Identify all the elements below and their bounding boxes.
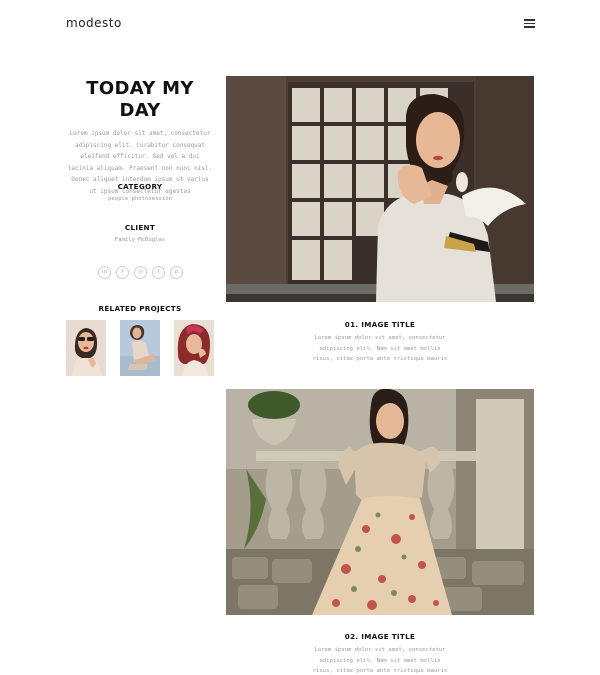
top-bar: modesto: [0, 0, 600, 52]
twitter-icon[interactable]: t: [152, 266, 165, 279]
client-value: Family McDuglas: [114, 237, 166, 243]
social-links: in f ◎ t p: [98, 266, 188, 280]
page-title: TODAY MY DAY: [86, 78, 194, 121]
menu-line: [524, 26, 535, 28]
related-project-thumbnail[interactable]: [66, 320, 106, 376]
site-logo[interactable]: modesto: [66, 16, 122, 30]
related-project-thumbnail[interactable]: [120, 320, 160, 376]
woman-red-hair-photo: [174, 320, 214, 376]
post-image-2[interactable]: [226, 389, 534, 615]
post-title-1[interactable]: 01. IMAGE TITLE: [226, 320, 534, 329]
woman-floral-skirt-photo: [226, 389, 534, 615]
facebook-icon[interactable]: f: [116, 266, 129, 279]
woman-at-window-photo: [226, 76, 534, 302]
client-heading: CLIENT: [124, 223, 156, 232]
category-block: CATEGORY people photosession: [64, 182, 216, 202]
instagram-icon[interactable]: ◎: [134, 266, 147, 279]
post-info-1: 01. IMAGE TITLE Lorem ipsum dolor sit am…: [226, 320, 534, 365]
category-value: people photosession: [108, 196, 172, 202]
hamburger-menu-icon[interactable]: [524, 19, 535, 28]
related-projects-heading: RELATED PROJECTS: [98, 304, 182, 313]
post-image-1[interactable]: [226, 76, 534, 302]
category-heading: CATEGORY: [117, 182, 163, 191]
pinterest-icon[interactable]: p: [170, 266, 183, 279]
menu-line: [524, 22, 535, 24]
related-project-thumbnail[interactable]: [174, 320, 214, 376]
project-sidebar: TODAY MY DAY Lorem ipsum dolor sit amet,…: [64, 74, 216, 376]
post-caption-2: Lorem ipsum dolor sit amet, consectetur …: [312, 647, 448, 675]
post-caption-1: Lorem ipsum dolor sit amet, consectetur …: [312, 335, 448, 363]
menu-line: [524, 19, 535, 21]
post-info-2: 02. IMAGE TITLE Lorem ipsum dolor sit am…: [226, 632, 534, 675]
client-block: CLIENT Family McDuglas: [64, 223, 216, 243]
post-title-2[interactable]: 02. IMAGE TITLE: [226, 632, 534, 641]
woman-sitting-photo: [120, 320, 160, 376]
linkedin-icon[interactable]: in: [98, 266, 111, 279]
woman-sunglasses-photo: [66, 320, 106, 376]
